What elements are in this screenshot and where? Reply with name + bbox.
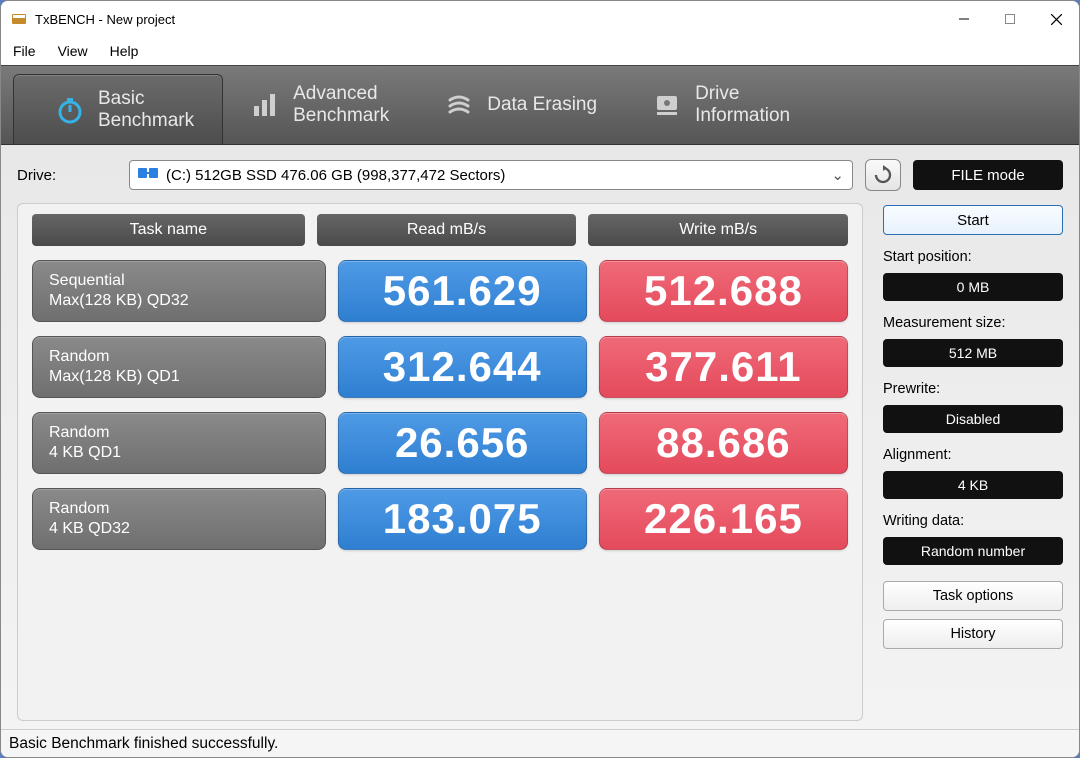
header-task-name: Task name [32,214,305,246]
window-title: TxBENCH - New project [35,12,941,27]
drive-icon [653,91,681,119]
content-area: Drive: (C:) 512GB SSD 476.06 GB (998,377… [1,145,1079,757]
drive-row: Drive: (C:) 512GB SSD 476.06 GB (998,377… [1,145,1079,203]
header-write: Write mB/s [588,214,848,246]
drive-value: (C:) 512GB SSD 476.06 GB (998,377,472 Se… [166,167,505,184]
menu-help[interactable]: Help [110,43,139,59]
barchart-icon [251,91,279,119]
tab-label: AdvancedBenchmark [293,83,389,127]
menu-view[interactable]: View [58,43,88,59]
tab-drive-information[interactable]: DriveInformation [625,66,818,144]
menu-file[interactable]: File [13,43,36,59]
tab-advanced-benchmark[interactable]: AdvancedBenchmark [223,66,417,144]
alignment-label: Alignment: [883,447,1063,463]
read-value: 561.629 [338,260,587,322]
file-mode-button[interactable]: FILE mode [913,160,1063,190]
prewrite-value[interactable]: Disabled [883,405,1063,433]
app-icon [11,11,27,27]
read-value: 312.644 [338,336,587,398]
app-window: TxBENCH - New project File View Help Bas… [0,0,1080,758]
write-value: 226.165 [599,488,848,550]
side-panel: Start Start position: 0 MB Measurement s… [883,203,1063,721]
titlebar: TxBENCH - New project [1,1,1079,37]
table-row: Random4 KB QD32 183.075 226.165 [32,488,848,550]
table-row: SequentialMax(128 KB) QD32 561.629 512.6… [32,260,848,322]
refresh-button[interactable] [865,159,901,191]
start-position-value[interactable]: 0 MB [883,273,1063,301]
window-controls [941,1,1079,37]
results-table: Task name Read mB/s Write mB/s Sequentia… [17,203,863,721]
measurement-size-label: Measurement size: [883,315,1063,331]
history-button[interactable]: History [883,619,1063,649]
erase-icon [445,91,473,119]
task-cell[interactable]: SequentialMax(128 KB) QD32 [32,260,326,322]
status-text: Basic Benchmark finished successfully. [9,735,278,753]
table-row: RandomMax(128 KB) QD1 312.644 377.611 [32,336,848,398]
writing-data-label: Writing data: [883,513,1063,529]
read-value: 183.075 [338,488,587,550]
main-row: Task name Read mB/s Write mB/s Sequentia… [1,203,1079,729]
write-value: 512.688 [599,260,848,322]
start-position-label: Start position: [883,249,1063,265]
tab-label: DriveInformation [695,83,790,127]
close-button[interactable] [1033,1,1079,37]
chevron-down-icon: ⌄ [831,166,844,184]
task-cell[interactable]: Random4 KB QD32 [32,488,326,550]
table-header-row: Task name Read mB/s Write mB/s [32,214,848,246]
tab-basic-benchmark[interactable]: BasicBenchmark [13,74,223,144]
tab-label: BasicBenchmark [98,88,194,132]
alignment-value[interactable]: 4 KB [883,471,1063,499]
task-options-button[interactable]: Task options [883,581,1063,611]
prewrite-label: Prewrite: [883,381,1063,397]
stopwatch-icon [56,96,84,124]
status-bar: Basic Benchmark finished successfully. [1,729,1079,757]
menubar: File View Help [1,37,1079,65]
minimize-button[interactable] [941,1,987,37]
write-value: 88.686 [599,412,848,474]
disk-icon [138,166,158,184]
tab-label: Data Erasing [487,94,597,116]
maximize-button[interactable] [987,1,1033,37]
drive-select[interactable]: (C:) 512GB SSD 476.06 GB (998,377,472 Se… [129,160,853,190]
table-row: Random4 KB QD1 26.656 88.686 [32,412,848,474]
writing-data-value[interactable]: Random number [883,537,1063,565]
drive-label: Drive: [17,167,117,184]
start-button[interactable]: Start [883,205,1063,235]
read-value: 26.656 [338,412,587,474]
write-value: 377.611 [599,336,848,398]
header-read: Read mB/s [317,214,577,246]
task-cell[interactable]: Random4 KB QD1 [32,412,326,474]
measurement-size-value[interactable]: 512 MB [883,339,1063,367]
task-cell[interactable]: RandomMax(128 KB) QD1 [32,336,326,398]
tabbar: BasicBenchmark AdvancedBenchmark Data Er… [1,65,1079,145]
tab-data-erasing[interactable]: Data Erasing [417,66,625,144]
